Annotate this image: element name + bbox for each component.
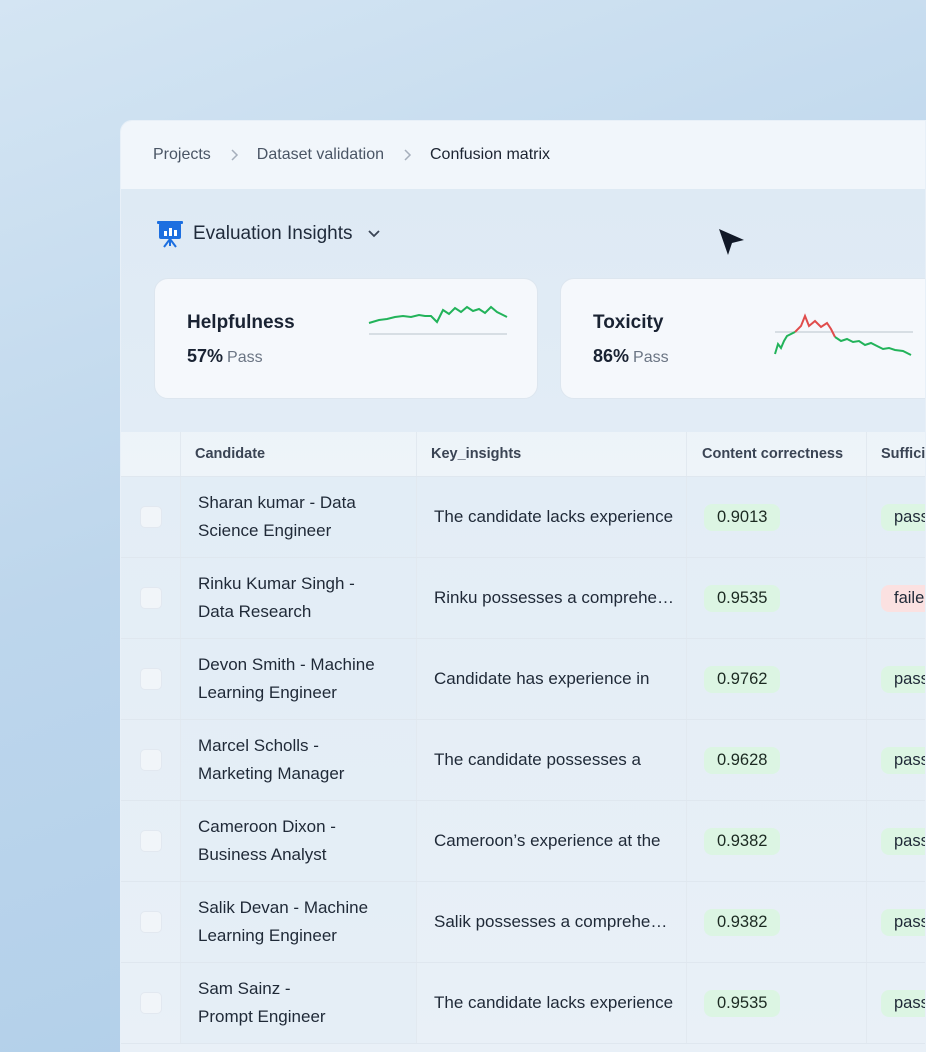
metric-value: 57% Pass	[187, 346, 263, 366]
score-cell: 0.9013	[687, 477, 867, 557]
status-badge: pass	[881, 827, 925, 855]
status-badge: pass	[881, 503, 925, 531]
table-row[interactable]: Salik Devan - Machine Learning Engineer S…	[121, 882, 925, 963]
score-cell: 0.9535	[687, 963, 867, 1043]
insight-cell: Cameroon’s experience at the	[417, 801, 687, 881]
results-table: Candidate Key_insights Content correctne…	[121, 432, 925, 1044]
sufficiency-cell: failed	[867, 558, 925, 638]
insight-cell: Salik possesses a comprehensive	[417, 882, 687, 962]
insight-cell: Candidate has experience in	[417, 639, 687, 719]
candidate-cell: Sharan kumar - Data Science Engineer	[181, 477, 417, 557]
candidate-cell: Salik Devan - Machine Learning Engineer	[181, 882, 417, 962]
candidate-cell: Marcel Scholls - Marketing Manager	[181, 720, 417, 800]
chevron-right-icon	[404, 149, 412, 161]
score-badge: 0.9013	[704, 503, 781, 531]
table-row[interactable]: Marcel Scholls - Marketing Manager The ca…	[121, 720, 925, 801]
sufficiency-cell: pass	[867, 477, 925, 557]
presentation-chart-icon	[157, 221, 183, 248]
score-cell: 0.9382	[687, 882, 867, 962]
insights-title: Evaluation Insights	[193, 223, 353, 244]
row-checkbox[interactable]	[139, 749, 162, 771]
status-badge: pass	[881, 746, 925, 774]
table-row[interactable]: Devon Smith - Machine Learning Engineer C…	[121, 639, 925, 720]
breadcrumb-dataset-validation[interactable]: Dataset validation	[257, 146, 384, 164]
candidate-cell: Cameroon Dixon - Business Analyst	[181, 801, 417, 881]
insight-cell: Rinku possesses a comprehensive	[417, 558, 687, 638]
candidate-cell: Rinku Kumar Singh - Data Research	[181, 558, 417, 638]
status-badge: failed	[881, 584, 925, 612]
sufficiency-cell: pass	[867, 882, 925, 962]
table-header: Candidate Key_insights Content correctne…	[121, 432, 925, 477]
score-cell: 0.9762	[687, 639, 867, 719]
score-badge: 0.9628	[704, 746, 781, 774]
table-row[interactable]: Cameroon Dixon - Business Analyst Cameroo…	[121, 801, 925, 882]
app-window: Projects Dataset validation Confusion ma…	[120, 120, 926, 1052]
column-header-content-correctness[interactable]: Content correctness	[687, 432, 867, 476]
insight-cell: The candidate possesses a	[417, 720, 687, 800]
metric-title: Toxicity	[593, 312, 664, 333]
column-header-key-insights[interactable]: Key_insights	[417, 432, 687, 476]
score-badge: 0.9535	[704, 584, 781, 612]
table-row[interactable]: Rinku Kumar Singh - Data Research Rinku p…	[121, 558, 925, 639]
toxicity-sparkline	[774, 313, 913, 356]
mouse-pointer-icon	[719, 229, 744, 255]
score-cell: 0.9628	[687, 720, 867, 800]
status-badge: pass	[881, 989, 925, 1017]
metric-card-toxicity[interactable]: Toxicity 86% Pass	[560, 278, 925, 399]
row-checkbox[interactable]	[139, 992, 162, 1014]
row-checkbox[interactable]	[139, 587, 162, 609]
background: Projects Dataset validation Confusion ma…	[0, 0, 926, 1052]
candidate-cell: Sam Sainz - Prompt Engineer	[181, 963, 417, 1043]
metric-value: 86% Pass	[593, 346, 669, 366]
score-badge: 0.9382	[704, 908, 781, 936]
sufficiency-cell: pass	[867, 801, 925, 881]
column-header-candidate[interactable]: Candidate	[181, 432, 417, 476]
score-badge: 0.9762	[704, 665, 781, 693]
insights-selector[interactable]: Evaluation Insights	[155, 219, 381, 249]
breadcrumb-current: Confusion matrix	[429, 146, 551, 163]
chevron-down-icon	[367, 230, 380, 238]
row-checkbox[interactable]	[139, 506, 162, 528]
column-header-sufficiency[interactable]: Sufficiency	[867, 432, 925, 476]
status-badge: pass	[881, 665, 925, 693]
helpfulness-sparkline	[368, 305, 508, 335]
breadcrumb-projects[interactable]: Projects	[153, 146, 211, 164]
insight-cell: The candidate lacks experience	[417, 477, 687, 557]
score-badge: 0.9535	[704, 989, 781, 1017]
row-checkbox[interactable]	[139, 911, 162, 933]
header-checkbox-cell	[121, 432, 181, 476]
metric-title: Helpfulness	[187, 312, 295, 333]
breadcrumb: Projects Dataset validation Confusion ma…	[121, 121, 925, 189]
score-badge: 0.9382	[704, 827, 781, 855]
score-cell: 0.9382	[687, 801, 867, 881]
candidate-cell: Devon Smith - Machine Learning Engineer	[181, 639, 417, 719]
score-cell: 0.9535	[687, 558, 867, 638]
insight-cell: The candidate lacks experience	[417, 963, 687, 1043]
table-row[interactable]: Sharan kumar - Data Science Engineer The …	[121, 477, 925, 558]
sufficiency-cell: pass	[867, 639, 925, 719]
row-checkbox[interactable]	[139, 668, 162, 690]
chevron-right-icon	[231, 149, 238, 161]
sufficiency-cell: pass	[867, 963, 925, 1043]
sufficiency-cell: pass	[867, 720, 925, 800]
status-badge: pass	[881, 908, 925, 936]
row-checkbox[interactable]	[139, 830, 162, 852]
table-row[interactable]: Sam Sainz - Prompt Engineer The candidate…	[121, 963, 925, 1044]
metric-card-helpfulness[interactable]: Helpfulness 57% Pass	[154, 278, 538, 399]
